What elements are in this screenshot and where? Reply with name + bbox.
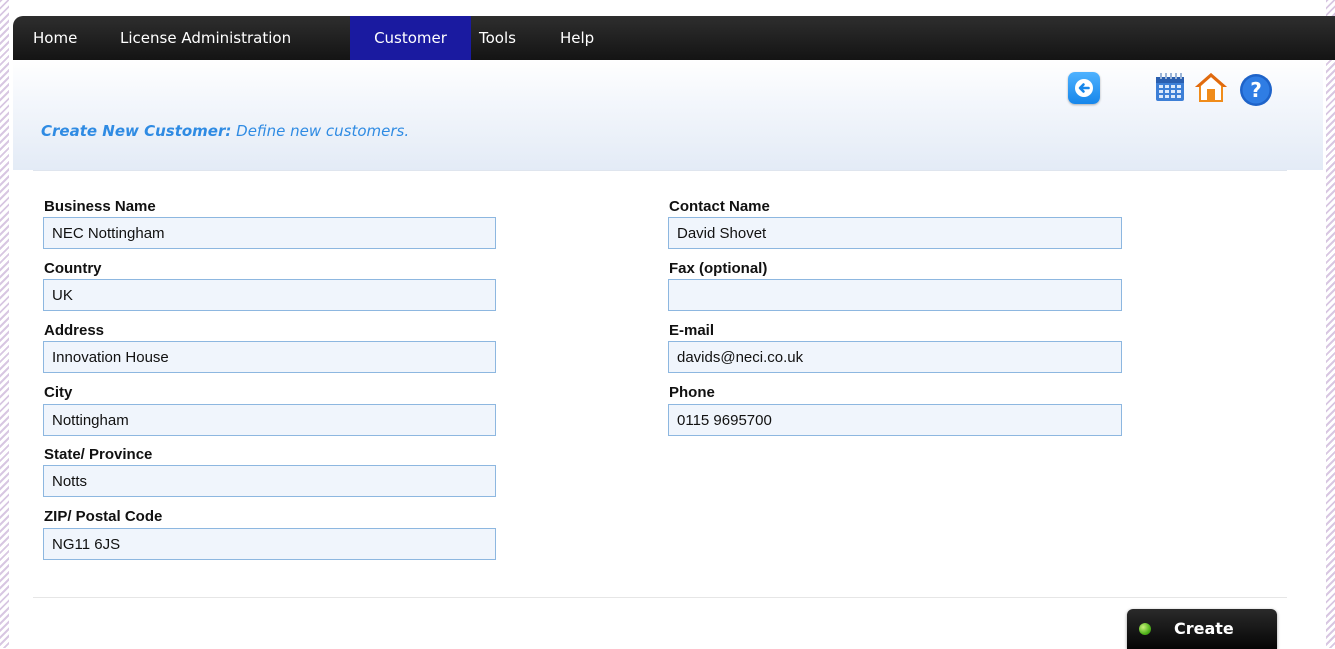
create-button[interactable]: Create bbox=[1127, 609, 1277, 649]
nav-license-administration[interactable]: License Administration bbox=[120, 16, 291, 60]
fax-label: Fax (optional) bbox=[669, 260, 768, 277]
page-header bbox=[13, 60, 1323, 170]
contact-name-label: Contact Name bbox=[669, 198, 770, 215]
address-input[interactable] bbox=[43, 341, 496, 373]
header-divider bbox=[33, 170, 1287, 171]
business-name-input[interactable] bbox=[43, 217, 496, 249]
left-border-decoration bbox=[0, 0, 9, 648]
check-status-icon bbox=[1139, 623, 1151, 635]
top-nav-bar: Home License Administration Customer Too… bbox=[13, 16, 1335, 60]
svg-text:?: ? bbox=[1250, 78, 1262, 102]
create-button-label: Create bbox=[1174, 619, 1234, 638]
city-input[interactable] bbox=[43, 404, 496, 436]
footer-divider bbox=[33, 597, 1287, 598]
state-province-input[interactable] bbox=[43, 465, 496, 497]
phone-label: Phone bbox=[669, 384, 715, 401]
page-title: Create New Customer: Define new customer… bbox=[41, 122, 409, 140]
email-label: E-mail bbox=[669, 322, 715, 339]
business-name-label: Business Name bbox=[44, 198, 156, 215]
nav-tools[interactable]: Tools bbox=[479, 16, 516, 60]
home-icon[interactable] bbox=[1192, 70, 1230, 104]
fax-input[interactable] bbox=[668, 279, 1122, 311]
nav-customer[interactable]: Customer bbox=[350, 16, 471, 60]
address-label: Address bbox=[44, 322, 105, 339]
country-label: Country bbox=[44, 260, 102, 277]
back-arrow-icon[interactable] bbox=[1068, 72, 1100, 104]
country-input[interactable] bbox=[43, 279, 496, 311]
help-icon[interactable]: ? bbox=[1238, 72, 1274, 108]
phone-input[interactable] bbox=[668, 404, 1122, 436]
page-title-bold: Create New Customer: bbox=[41, 122, 232, 140]
zip-postal-code-input[interactable] bbox=[43, 528, 496, 560]
zip-postal-code-label: ZIP/ Postal Code bbox=[44, 508, 163, 525]
email-input[interactable] bbox=[668, 341, 1122, 373]
page-title-description: Define new customers. bbox=[236, 122, 410, 140]
nav-help[interactable]: Help bbox=[560, 16, 594, 60]
contact-name-input[interactable] bbox=[668, 217, 1122, 249]
nav-home[interactable]: Home bbox=[33, 16, 77, 60]
calendar-icon[interactable] bbox=[1154, 72, 1186, 102]
right-border-decoration bbox=[1326, 0, 1335, 648]
city-label: City bbox=[44, 384, 73, 401]
state-province-label: State/ Province bbox=[44, 446, 153, 463]
